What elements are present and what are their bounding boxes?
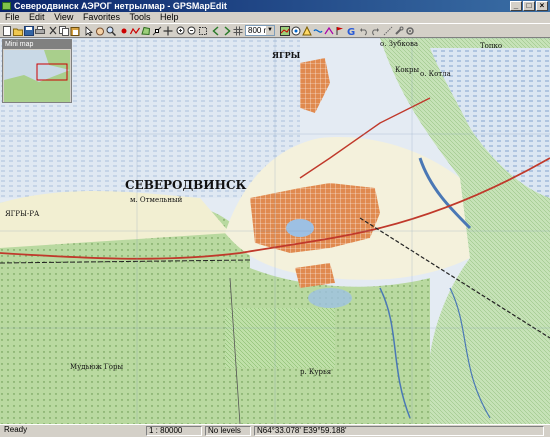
tools-icon[interactable] xyxy=(394,26,404,36)
minimap-panel: Mini map xyxy=(2,39,72,103)
map-label-topko: Топко xyxy=(480,42,503,50)
scale-select[interactable]: 800 m ▼ xyxy=(245,25,275,36)
zoom-out-icon[interactable] xyxy=(187,26,197,36)
polyline-icon[interactable] xyxy=(130,26,140,36)
open-icon[interactable] xyxy=(13,26,23,36)
zoom-in-icon[interactable] xyxy=(176,26,186,36)
trace-icon[interactable] xyxy=(383,26,393,36)
node-icon[interactable] xyxy=(152,26,162,36)
save-icon[interactable] xyxy=(24,26,34,36)
title-bar: Северодвинск АЭРОГ нетрылмар - GPSMapEdi… xyxy=(0,0,550,12)
zoom-icon[interactable] xyxy=(106,26,116,36)
move-icon[interactable] xyxy=(163,26,173,36)
map-label-city: СЕВЕРОДВИНСК xyxy=(125,178,247,192)
status-scale: 1 : 80000 xyxy=(146,426,202,436)
toolbar: 800 m ▼ G xyxy=(0,23,550,38)
transform-icon[interactable] xyxy=(302,26,312,36)
paste-icon[interactable] xyxy=(70,26,80,36)
print-icon[interactable] xyxy=(35,26,45,36)
waypoint-icon[interactable] xyxy=(335,26,345,36)
new-icon[interactable] xyxy=(2,26,12,36)
menu-help[interactable]: Help xyxy=(160,12,179,22)
map-label-river: р. Курья xyxy=(300,368,332,376)
map-label-zubkov: о. Зубкова xyxy=(380,40,419,48)
menu-view[interactable]: View xyxy=(54,12,73,22)
menu-bar: File Edit View Favorites Tools Help xyxy=(0,12,550,23)
point-icon[interactable] xyxy=(119,26,129,36)
svg-text:G: G xyxy=(347,27,355,36)
settings-icon[interactable] xyxy=(405,26,415,36)
grid-icon[interactable] xyxy=(233,26,243,36)
copy-icon[interactable] xyxy=(59,26,69,36)
redo-icon[interactable] xyxy=(370,26,380,36)
forward-icon[interactable] xyxy=(222,26,232,36)
polygon-icon[interactable] xyxy=(141,26,151,36)
status-levels: No levels xyxy=(205,426,251,436)
fit-icon[interactable] xyxy=(198,26,208,36)
minimap-view[interactable] xyxy=(4,50,70,102)
map-label-mudyug: Мудьюж Горы xyxy=(70,363,124,371)
route-icon[interactable] xyxy=(324,26,334,36)
map-canvas[interactable]: СЕВЕРОДВИНСК м. Отмельный ЯГРЫ о. Зубков… xyxy=(0,38,550,424)
map-label-yagry: ЯГРЫ xyxy=(272,50,301,60)
status-text: Ready xyxy=(4,425,28,434)
cut-icon[interactable] xyxy=(48,26,58,36)
map-icon[interactable] xyxy=(280,26,290,36)
app-icon xyxy=(2,2,11,10)
minimize-button[interactable]: _ xyxy=(510,1,522,11)
close-button[interactable]: × xyxy=(536,1,548,11)
map-label-tyagra: ЯГРЫ-РА xyxy=(5,210,40,218)
hand-icon[interactable] xyxy=(95,26,105,36)
track-icon[interactable] xyxy=(313,26,323,36)
map-label-kotla: о. Котла xyxy=(420,70,451,78)
select-icon[interactable] xyxy=(84,26,94,36)
menu-tools[interactable]: Tools xyxy=(129,12,150,22)
status-coordinates: N64°33.078' E39°59.188' xyxy=(254,426,544,436)
google-icon[interactable]: G xyxy=(346,26,356,36)
map-label-kokry: Кокры xyxy=(395,66,420,74)
maximize-button[interactable]: □ xyxy=(523,1,535,11)
menu-edit[interactable]: Edit xyxy=(29,12,45,22)
back-icon[interactable] xyxy=(211,26,221,36)
gps-icon[interactable] xyxy=(291,26,301,36)
window-title: Северодвинск АЭРОГ нетрылмар - GPSMapEdi… xyxy=(14,1,227,11)
minimap-title: Mini map xyxy=(3,40,71,49)
menu-file[interactable]: File xyxy=(5,12,20,22)
status-bar: Ready 1 : 80000 No levels N64°33.078' E3… xyxy=(0,424,550,437)
map-label-cape: м. Отмельный xyxy=(130,196,183,204)
menu-favorites[interactable]: Favorites xyxy=(83,12,120,22)
chevron-down-icon[interactable]: ▼ xyxy=(266,26,274,35)
undo-icon[interactable] xyxy=(359,26,369,36)
